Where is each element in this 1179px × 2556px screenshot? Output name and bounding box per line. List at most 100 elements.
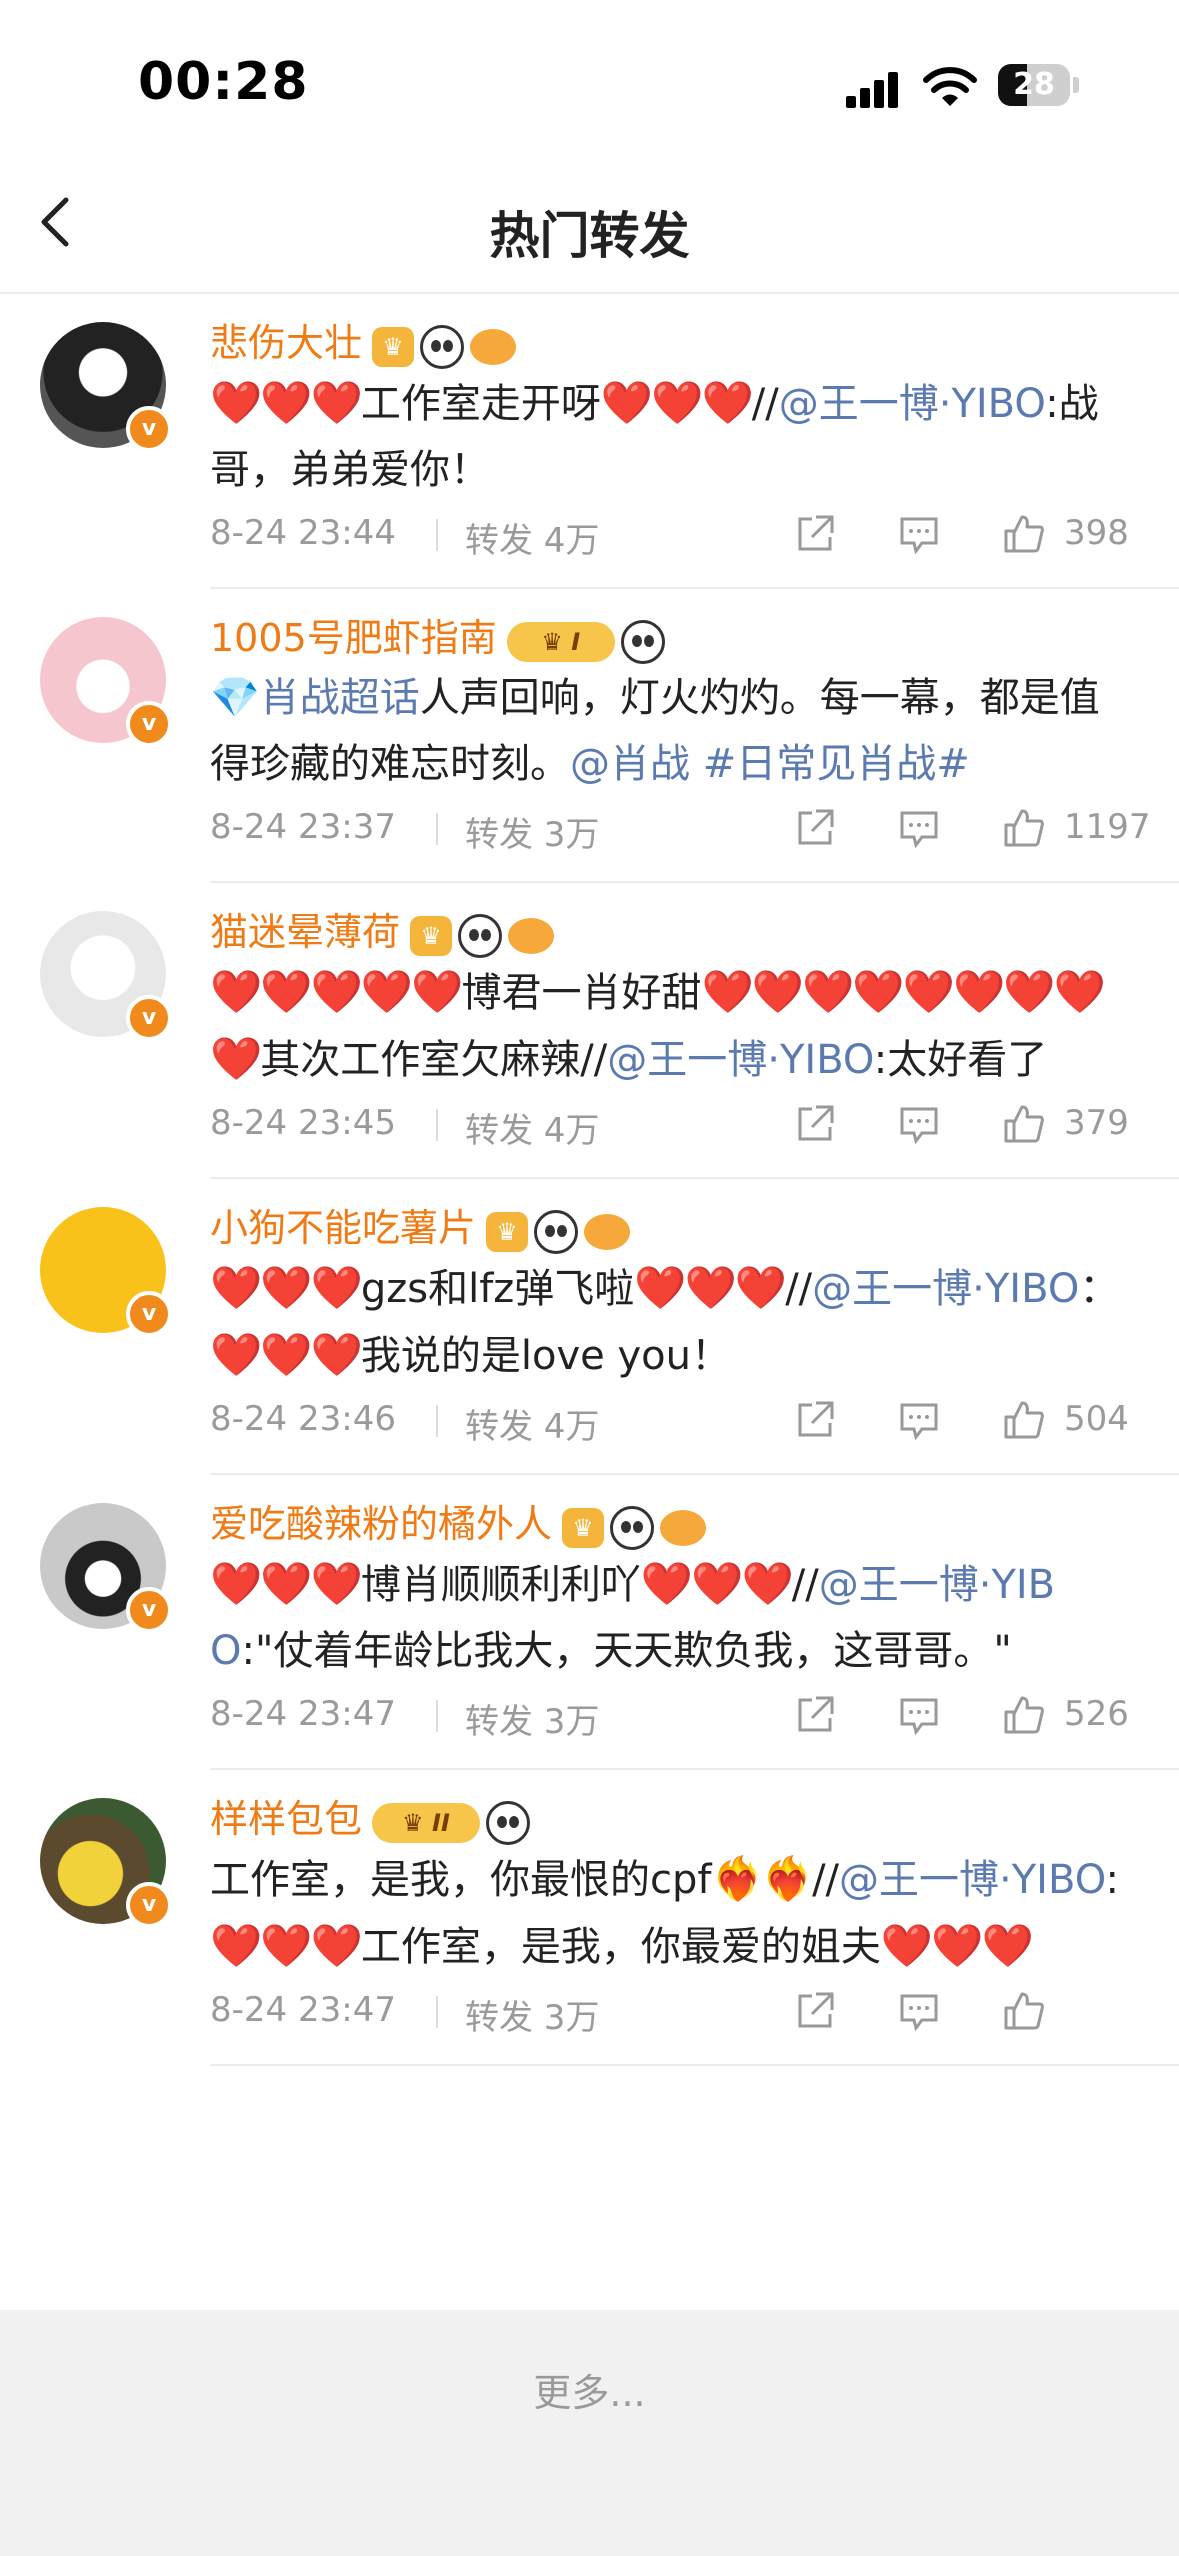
like-icon[interactable]	[1000, 1397, 1046, 1443]
like-icon[interactable]	[1000, 805, 1046, 851]
username-text: 猫迷晕薄荷	[210, 910, 401, 954]
share-icon[interactable]	[792, 805, 838, 851]
share-icon[interactable]	[792, 1988, 838, 2034]
verified-badge-icon: v	[126, 1291, 172, 1337]
share-icon[interactable]	[792, 1101, 838, 1147]
repost-meta: 8-24 23:44 转发 4万 398	[210, 503, 1179, 587]
content-text: //	[751, 381, 779, 427]
post-time: 8-24 23:47	[210, 1990, 396, 2030]
repost-count[interactable]: 转发 3万	[465, 1990, 599, 2039]
avatar[interactable]: v	[40, 1798, 172, 1928]
mention-link[interactable]: @肖战 #日常见肖战#	[570, 741, 970, 787]
repost-item[interactable]: v 悲伤大壮 ♛ ❤️❤️❤️工作室走开呀❤️❤️❤️//@王一博·YIBO:战哥，弟…	[40, 294, 1179, 589]
divider	[436, 1996, 438, 2028]
share-icon[interactable]	[792, 511, 838, 557]
panda-badge-icon	[486, 1800, 531, 1845]
username-text: 爱吃酸辣粉的橘外人	[210, 1502, 553, 1546]
like-icon[interactable]	[1000, 511, 1046, 557]
heart-emoji: ❤️❤️❤️	[210, 1263, 363, 1312]
status-bar: 00:28 28	[0, 0, 1179, 150]
crown-badge-icon: ♛	[486, 1211, 529, 1252]
mention-link[interactable]: @王一博·YIBO	[812, 1266, 1079, 1312]
panda-badge-icon	[458, 913, 503, 958]
heart-emoji: ❤️❤️❤️	[880, 1921, 1034, 1970]
verified-badge-icon: v	[126, 701, 172, 747]
more-button[interactable]: 更多...	[0, 2362, 1179, 2417]
crown-level-badge-icon: ♛ II	[372, 1802, 481, 1843]
like-count: 398	[1064, 513, 1129, 553]
crown-badge-icon: ♛	[372, 326, 415, 367]
like-count: 526	[1064, 1694, 1129, 1734]
content-text: //	[812, 1857, 840, 1903]
repost-count[interactable]: 转发 3万	[465, 1694, 599, 1743]
fish-badge-icon	[584, 1213, 631, 1250]
post-time: 8-24 23:37	[210, 807, 396, 847]
content-text: 博君一肖好甜	[461, 970, 702, 1016]
username-text: 悲伤大壮	[210, 321, 363, 365]
comment-icon[interactable]	[896, 1692, 942, 1738]
fish-badge-icon	[660, 1509, 707, 1546]
content-text: 我说的是love you！	[360, 1333, 731, 1379]
repost-count[interactable]: 转发 4万	[465, 1103, 599, 1152]
user-badges: ♛	[562, 1503, 712, 1550]
username-text: 1005号肥虾指南	[210, 616, 497, 660]
avatar[interactable]: v	[40, 1207, 172, 1337]
content-text: :"仗着年龄比我大，天天欺负我，这哥哥。"	[241, 1628, 1012, 1674]
username-text: 小狗不能吃薯片	[210, 1206, 477, 1250]
share-icon[interactable]	[792, 1692, 838, 1738]
like-icon[interactable]	[1000, 1692, 1046, 1738]
repost-item[interactable]: v 1005号肥虾指南 ♛ I 💎肖战超话人声回响，灯火灼灼。每一幕，都是值得珍藏的难…	[40, 589, 1179, 883]
heart-emoji: ❤️❤️❤️	[210, 1921, 363, 1970]
badge-level: II	[432, 1808, 450, 1837]
user-badges: ♛	[372, 322, 522, 369]
repost-item[interactable]: v 小狗不能吃薯片 ♛ ❤️❤️❤️gzs和lfz弹飞啦❤️❤️❤️//@王一博·YI…	[40, 1179, 1179, 1475]
user-badges: ♛ II	[372, 1798, 536, 1845]
username[interactable]: 1005号肥虾指南 ♛ I	[210, 607, 671, 664]
repost-item[interactable]: v 样样包包 ♛ II 工作室，是我，你最恨的cpf❤️‍🔥❤️‍🔥//@王一博·YI…	[40, 1770, 1179, 2066]
mention-link[interactable]: 💎肖战超话	[210, 675, 420, 721]
like-icon[interactable]	[1000, 1101, 1046, 1147]
comment-icon[interactable]	[896, 511, 942, 557]
mention-link[interactable]: @王一博·YIBO	[779, 381, 1045, 427]
avatar[interactable]: v	[40, 911, 172, 1041]
divider	[436, 519, 438, 551]
status-time: 00:28	[138, 52, 309, 112]
share-icon[interactable]	[792, 1397, 838, 1443]
comment-icon[interactable]	[896, 1397, 942, 1443]
username[interactable]: 样样包包 ♛ II	[210, 1788, 536, 1845]
user-badges: ♛	[486, 1207, 636, 1254]
post-time: 8-24 23:47	[210, 1694, 396, 1734]
username-text: 样样包包	[210, 1797, 363, 1841]
username[interactable]: 爱吃酸辣粉的橘外人 ♛	[210, 1493, 712, 1550]
repost-count[interactable]: 转发 4万	[465, 513, 599, 562]
comment-icon[interactable]	[896, 1988, 942, 2034]
user-badges: ♛	[410, 911, 560, 958]
divider	[436, 1109, 438, 1141]
mention-link[interactable]: @王一博·YIBO	[839, 1857, 1105, 1903]
repost-meta: 8-24 23:46 转发 4万 504	[210, 1389, 1179, 1473]
like-count: 504	[1064, 1399, 1129, 1439]
post-time: 8-24 23:45	[210, 1103, 396, 1143]
user-badges: ♛ I	[506, 617, 671, 664]
mention-link[interactable]: @王一博·YIBO	[607, 1037, 873, 1083]
panda-badge-icon	[620, 619, 665, 664]
heart-emoji: ❤️❤️❤️	[640, 1559, 794, 1608]
username[interactable]: 悲伤大壮 ♛	[210, 312, 522, 369]
repost-item[interactable]: v 爱吃酸辣粉的橘外人 ♛ ❤️❤️❤️博肖顺顺利利吖❤️❤️❤️//@王一博·YIB…	[40, 1475, 1179, 1770]
divider	[436, 813, 438, 845]
battery-level: 28	[1013, 67, 1055, 102]
username[interactable]: 小狗不能吃薯片 ♛	[210, 1197, 636, 1254]
repost-count[interactable]: 转发 4万	[465, 1399, 599, 1448]
like-icon[interactable]	[1000, 1988, 1046, 2034]
comment-icon[interactable]	[896, 805, 942, 851]
comment-icon[interactable]	[896, 1101, 942, 1147]
avatar[interactable]: v	[40, 322, 172, 452]
content-text: ：	[1079, 1266, 1120, 1312]
more-bar: 更多...	[0, 2310, 1179, 2556]
username[interactable]: 猫迷晕薄荷 ♛	[210, 901, 560, 958]
repost-item[interactable]: v 猫迷晕薄荷 ♛ ❤️❤️❤️❤️❤️博君一肖好甜❤️❤️❤️❤️❤️❤️❤️❤️❤…	[40, 883, 1179, 1179]
repost-meta: 8-24 23:45 转发 4万 379	[210, 1093, 1179, 1177]
repost-count[interactable]: 转发 3万	[465, 807, 599, 856]
avatar[interactable]: v	[40, 1503, 172, 1633]
avatar[interactable]: v	[40, 617, 172, 747]
